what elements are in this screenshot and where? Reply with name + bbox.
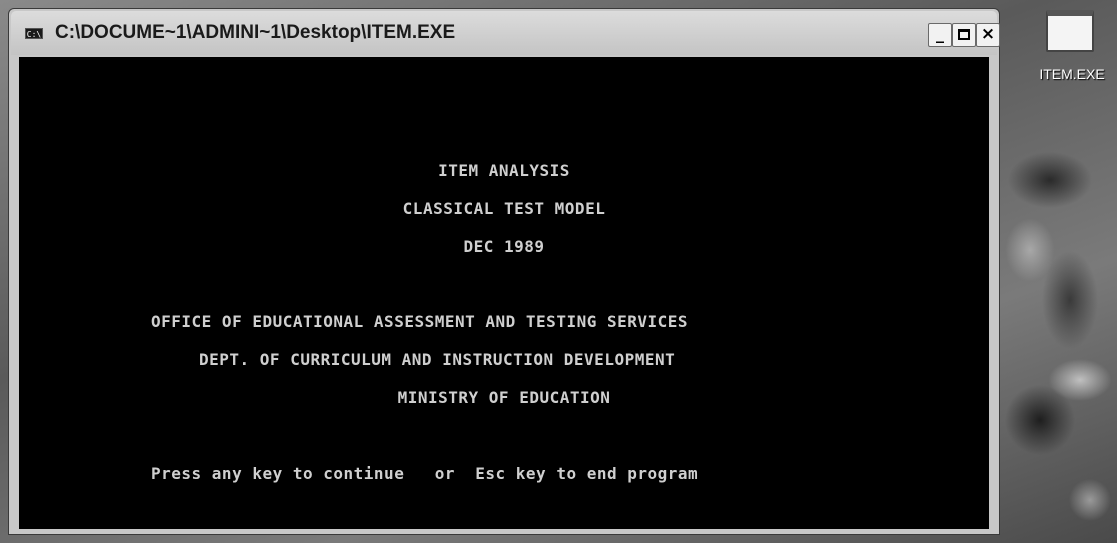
maximize-icon (958, 29, 970, 40)
maximize-button[interactable] (952, 23, 976, 47)
console-output[interactable]: ITEM ANALYSIS CLASSICAL TEST MODEL DEC 1… (19, 57, 989, 529)
ministry-name: MINISTRY OF EDUCATION (397, 388, 611, 407)
department-name: DEPT. OF CURRICULUM AND INSTRUCTION DEVE… (199, 350, 676, 369)
desktop-icon-label: ITEM.EXE (1039, 66, 1105, 82)
desktop-icon-item-exe[interactable]: ITEM.EXE (1030, 10, 1114, 90)
continue-prompt: Press any key to continue or Esc key to … (151, 464, 699, 483)
window-icon (1046, 10, 1094, 52)
window-title: C:\DOCUME~1\ADMINI~1\Desktop\ITEM.EXE (55, 22, 456, 43)
console-window: C:\ C:\DOCUME~1\ADMINI~1\Desktop\ITEM.EX… (8, 8, 1000, 535)
close-button[interactable]: × (976, 23, 1000, 47)
program-title: ITEM ANALYSIS (438, 161, 570, 180)
minimize-button[interactable]: _ (928, 23, 952, 47)
title-bar[interactable]: C:\ C:\DOCUME~1\ADMINI~1\Desktop\ITEM.EX… (11, 11, 1000, 55)
cmd-icon[interactable]: C:\ (25, 28, 43, 39)
program-date: DEC 1989 (463, 237, 545, 256)
office-name: OFFICE OF EDUCATIONAL ASSESSMENT AND TES… (151, 312, 689, 331)
program-subtitle: CLASSICAL TEST MODEL (402, 199, 606, 218)
